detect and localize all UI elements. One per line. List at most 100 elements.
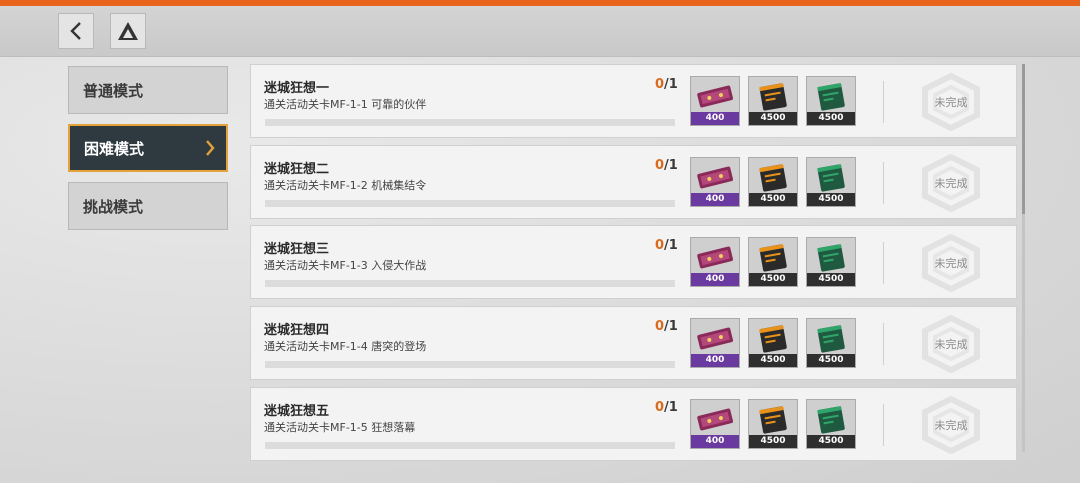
ticket-icon: [697, 327, 734, 350]
orange-card-icon: [759, 83, 787, 111]
divider: [883, 242, 884, 284]
task-description: 通关活动关卡MF-1-3 入侵大作战: [264, 259, 427, 272]
reward-amount: 400: [691, 273, 739, 286]
ticket-icon: [697, 85, 734, 108]
reward-item[interactable]: 4500: [806, 318, 856, 368]
reward-item[interactable]: 4500: [806, 157, 856, 207]
reward-item[interactable]: 4500: [748, 76, 798, 126]
task-description: 通关活动关卡MF-1-1 可靠的伙伴: [264, 98, 427, 111]
reward-amount: 4500: [807, 273, 855, 286]
reward-item[interactable]: 400: [690, 399, 740, 449]
progress-bar: [265, 442, 675, 449]
green-card-icon: [817, 244, 845, 272]
reward-amount: 4500: [807, 435, 855, 448]
divider: [883, 81, 884, 123]
mode-label: 挑战模式: [83, 197, 144, 216]
ticket-icon: [697, 166, 734, 189]
header-bar: [0, 6, 1080, 57]
task-card: 迷城狂想二通关活动关卡MF-1-2 机械集结令 0/1 400 4500 4500 未完成: [250, 145, 1017, 219]
progress-bar: [265, 200, 675, 207]
progress-total: /1: [664, 158, 678, 173]
ticket-icon: [697, 408, 734, 431]
mode-tab-3[interactable]: 挑战模式: [68, 182, 228, 230]
progress-current: 0: [655, 77, 665, 92]
reward-amount: 400: [691, 354, 739, 367]
divider: [883, 404, 884, 446]
divider: [883, 323, 884, 365]
reward-item[interactable]: 4500: [748, 318, 798, 368]
reward-amount: 400: [691, 435, 739, 448]
task-progress: 0/1: [655, 400, 678, 415]
divider: [883, 162, 884, 204]
scrollbar[interactable]: [1022, 64, 1025, 452]
progress-bar: [265, 280, 675, 287]
green-card-icon: [817, 164, 845, 192]
green-card-icon: [817, 83, 845, 111]
status-label: 未完成: [934, 257, 968, 270]
mode-tab-1[interactable]: 普通模式: [68, 66, 228, 114]
task-progress: 0/1: [655, 319, 678, 334]
task-description: 通关活动关卡MF-1-4 唐突的登场: [264, 340, 427, 353]
reward-item[interactable]: 400: [690, 157, 740, 207]
progress-total: /1: [664, 319, 678, 334]
status-area: 未完成: [901, 154, 1001, 212]
progress-current: 0: [655, 319, 665, 334]
status-label: 未完成: [934, 338, 968, 351]
progress-total: /1: [664, 238, 678, 253]
task-progress: 0/1: [655, 238, 678, 253]
reward-amount: 400: [691, 112, 739, 125]
reward-amount: 4500: [749, 112, 797, 125]
reward-item[interactable]: 4500: [748, 157, 798, 207]
back-button[interactable]: [58, 13, 94, 49]
reward-amount: 4500: [749, 354, 797, 367]
progress-current: 0: [655, 400, 665, 415]
task-card: 迷城狂想四通关活动关卡MF-1-4 唐突的登场 0/1 400 4500 4500 未完成: [250, 306, 1017, 380]
orange-card-icon: [759, 325, 787, 353]
progress-total: /1: [664, 400, 678, 415]
progress-bar: [265, 119, 675, 126]
status-label: 未完成: [934, 96, 968, 109]
task-card: 迷城狂想一通关活动关卡MF-1-1 可靠的伙伴 0/1 400 4500 4500 未完成: [250, 64, 1017, 138]
status-area: 未完成: [901, 73, 1001, 131]
reward-amount: 4500: [807, 193, 855, 206]
task-card: 迷城狂想五 通关活动关卡MF-1-5 狂想落幕 0/1 400 4500 4500 未完成: [250, 387, 1017, 461]
task-name: 迷城狂想二: [264, 162, 330, 177]
mode-label: 困难模式: [84, 139, 145, 158]
reward-item[interactable]: 400: [690, 318, 740, 368]
progress-bar: [265, 361, 675, 368]
reward-amount: 4500: [749, 435, 797, 448]
task-card: 迷城狂想三通关活动关卡MF-1-3 入侵大作战 0/1 400 4500 4500 未完成: [250, 225, 1017, 299]
ticket-icon: [697, 246, 734, 269]
green-card-icon: [817, 406, 845, 434]
orange-card-icon: [759, 406, 787, 434]
task-description: 通关活动关卡MF-1-2 机械集结令: [264, 179, 427, 192]
mode-tab-2[interactable]: 困难模式: [68, 124, 228, 172]
status-label: 未完成: [934, 177, 968, 190]
task-progress: 0/1: [655, 77, 678, 92]
home-button[interactable]: [110, 13, 146, 49]
reward-amount: 4500: [807, 112, 855, 125]
chevron-left-icon: [70, 22, 81, 40]
reward-item[interactable]: 4500: [806, 399, 856, 449]
reward-item[interactable]: 4500: [806, 237, 856, 287]
task-name: 迷城狂想一: [264, 81, 330, 96]
orange-card-icon: [759, 164, 787, 192]
status-area: 未完成: [901, 234, 1001, 292]
progress-current: 0: [655, 158, 665, 173]
task-name: 迷城狂想四: [264, 323, 330, 338]
reward-item[interactable]: 400: [690, 237, 740, 287]
green-card-icon: [817, 325, 845, 353]
reward-item[interactable]: 4500: [748, 399, 798, 449]
chevron-right-icon: [206, 140, 215, 156]
task-progress: 0/1: [655, 158, 678, 173]
reward-item[interactable]: 400: [690, 76, 740, 126]
reward-item[interactable]: 4500: [806, 76, 856, 126]
mode-label: 普通模式: [83, 81, 144, 100]
task-name: 迷城狂想三: [264, 242, 330, 257]
triangle-logo-icon: [118, 22, 138, 40]
status-label: 未完成: [934, 419, 968, 432]
reward-item[interactable]: 4500: [748, 237, 798, 287]
reward-amount: 4500: [749, 273, 797, 286]
task-description: 通关活动关卡MF-1-5 狂想落幕: [264, 421, 416, 434]
reward-amount: 4500: [749, 193, 797, 206]
